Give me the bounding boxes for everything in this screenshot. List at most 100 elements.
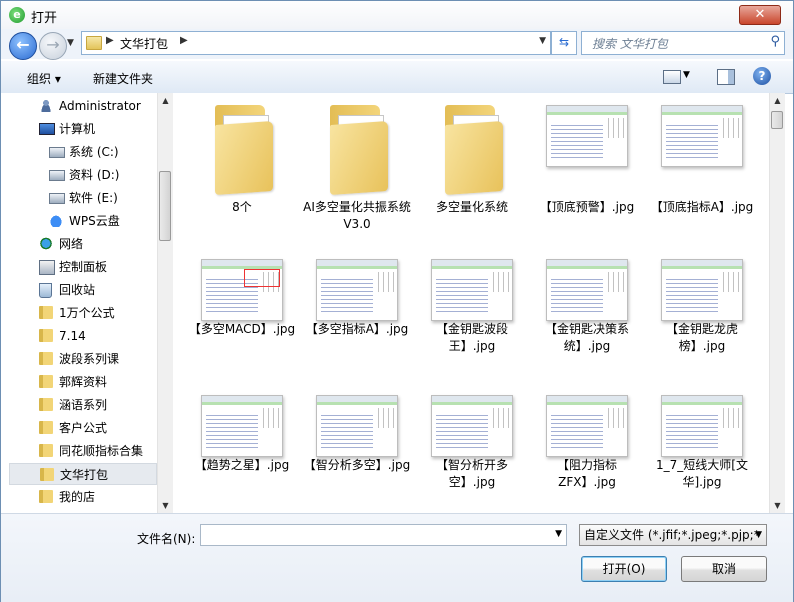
forward-button[interactable]: → (39, 32, 67, 60)
scroll-down-icon[interactable]: ▼ (770, 498, 785, 513)
file-item[interactable]: 【智分析多空】.jpg (302, 389, 412, 513)
search-icon[interactable]: ⚲ (770, 34, 780, 49)
breadcrumb-current[interactable]: 文华打包 (120, 35, 168, 52)
scroll-down-icon[interactable]: ▼ (158, 498, 173, 513)
sidebar-scrollbar[interactable]: ▲ ▼ (157, 93, 173, 513)
sidebar-item[interactable]: 资料 (D:) (9, 164, 157, 186)
image-thumbnail (316, 259, 398, 321)
file-name: 【趋势之星】.jpg (194, 458, 290, 472)
recycle-bin-icon (39, 283, 52, 298)
history-dropdown-icon[interactable]: ▼ (67, 38, 74, 48)
file-item[interactable]: 【智分析开多空】.jpg (417, 389, 527, 513)
organize-button[interactable]: 组织 ▾ (27, 70, 61, 87)
sidebar-item-label: 回收站 (59, 283, 96, 297)
help-icon[interactable]: ? (753, 67, 771, 85)
file-item[interactable]: 【多空MACD】.jpg (187, 253, 297, 383)
file-item[interactable]: 【金钥匙决策系统】.jpg (532, 253, 642, 383)
file-item[interactable]: 【顶底指标A】.jpg (647, 99, 757, 229)
chevron-right-icon[interactable]: ▶ (180, 35, 188, 46)
folder-icon (86, 36, 102, 50)
sidebar-item[interactable]: 文华打包 (9, 463, 157, 485)
file-type-value: 自定义文件 (*.jfif;*.jpeg;*.pjp;* (584, 528, 760, 542)
sidebar-item-label: WPS云盘 (69, 214, 120, 228)
control-panel-icon (39, 260, 55, 275)
cloud-icon (49, 214, 63, 227)
search-input[interactable]: 搜索 文华打包 ⚲ (581, 31, 785, 55)
back-button[interactable]: ← (9, 32, 37, 60)
sidebar-item-label: 7.14 (59, 329, 86, 343)
command-bar: 组织 ▾ 新建文件夹 ▼ ? (1, 61, 793, 94)
filename-label: 文件名(N): (137, 532, 196, 546)
filename-dropdown-icon[interactable]: ▼ (555, 529, 562, 539)
image-thumbnail (546, 105, 628, 167)
sidebar-item[interactable]: 回收站 (9, 279, 157, 301)
sidebar-item-label: 计算机 (59, 122, 96, 136)
open-button[interactable]: 打开(O) (581, 556, 667, 582)
title-bar: e 打开 ✕ (1, 1, 793, 29)
file-item[interactable]: 【顶底预警】.jpg (532, 99, 642, 229)
address-row: ← → ▼ ▶ 文华打包 ▶ ▼ ⇆ 搜索 文华打包 ⚲ (1, 29, 793, 60)
folder-icon (39, 490, 53, 503)
sidebar-item[interactable]: 系统 (C:) (9, 141, 157, 163)
sidebar-item[interactable]: 7.14 (9, 325, 157, 347)
sidebar-item[interactable]: Administrator (9, 95, 157, 117)
sidebar-item-label: 同花顺指标合集 (59, 444, 144, 458)
file-item[interactable]: 【趋势之星】.jpg (187, 389, 297, 513)
sidebar-item[interactable]: 客户公式 (9, 417, 157, 439)
scroll-up-icon[interactable]: ▲ (770, 93, 785, 108)
folder-item[interactable]: 多空量化系统 (417, 99, 527, 229)
scroll-up-icon[interactable]: ▲ (158, 93, 173, 108)
view-dropdown-icon[interactable]: ▼ (683, 70, 690, 80)
preview-pane-icon[interactable] (717, 69, 735, 85)
file-name: 【金钥匙决策系统】.jpg (544, 322, 629, 353)
sidebar-item[interactable]: 控制面板 (9, 256, 157, 278)
folder-icon (439, 105, 505, 196)
image-thumbnail (546, 395, 628, 457)
sidebar-item[interactable]: 软件 (E:) (9, 187, 157, 209)
sidebar-item-label: 网络 (59, 237, 84, 251)
sidebar-item[interactable]: 我的店 (9, 486, 157, 508)
folder-item[interactable]: 8个 (187, 99, 297, 229)
chevron-right-icon[interactable]: ▶ (106, 35, 114, 46)
folder-item[interactable]: AI多空量化共振系统V3.0 (302, 99, 412, 231)
file-item[interactable]: 【多空指标A】.jpg (302, 253, 412, 383)
open-file-dialog: e 打开 ✕ ← → ▼ ▶ 文华打包 ▶ ▼ ⇆ 搜索 文华打包 ⚲ 组织 ▾… (0, 0, 794, 602)
sidebar-item[interactable]: 波段系列课 (9, 348, 157, 370)
scroll-thumb[interactable] (771, 111, 783, 129)
file-item[interactable]: 【金钥匙龙虎榜】.jpg (647, 253, 757, 383)
view-mode-icon[interactable] (663, 70, 681, 84)
sidebar-item-label: 控制面板 (59, 260, 108, 274)
file-name: 【顶底预警】.jpg (539, 200, 635, 214)
sidebar-item-label: 我的店 (59, 490, 96, 504)
file-name: 【顶底指标A】.jpg (650, 200, 754, 214)
cancel-button[interactable]: 取消 (681, 556, 767, 582)
sidebar-item[interactable]: 1万个公式 (9, 302, 157, 324)
filename-input[interactable]: ▼ (200, 524, 567, 546)
sidebar-item[interactable]: WPS云盘 (9, 210, 157, 232)
file-type-dropdown-icon[interactable]: ▼ (755, 525, 762, 545)
file-name: 【金钥匙波段王】.jpg (435, 322, 508, 353)
scroll-thumb[interactable] (159, 171, 171, 241)
image-thumbnail (201, 395, 283, 457)
file-name: 【金钥匙龙虎榜】.jpg (665, 322, 738, 353)
sidebar-item[interactable]: 郭辉资料 (9, 371, 157, 393)
file-name: 8个 (232, 200, 252, 214)
sidebar-item[interactable]: 网络 (9, 233, 157, 255)
sidebar-item[interactable]: 同花顺指标合集 (9, 440, 157, 462)
address-dropdown-icon[interactable]: ▼ (539, 36, 546, 46)
file-list-scrollbar[interactable]: ▲ ▼ (769, 93, 785, 513)
sidebar-item[interactable]: 涵语系列 (9, 394, 157, 416)
new-folder-button[interactable]: 新建文件夹 (93, 70, 153, 87)
sidebar-item[interactable]: 计算机 (9, 118, 157, 140)
close-button[interactable]: ✕ (739, 5, 781, 25)
file-type-select[interactable]: 自定义文件 (*.jfif;*.jpeg;*.pjp;* ▼ (579, 524, 767, 546)
drive-icon (49, 193, 65, 204)
sidebar-item-label: 文华打包 (60, 468, 109, 482)
address-bar[interactable]: ▶ 文华打包 ▶ ▼ (81, 31, 551, 55)
refresh-button[interactable]: ⇆ (551, 31, 577, 55)
dialog-footer: 文件名(N): ▼ 自定义文件 (*.jfif;*.jpeg;*.pjp;* ▼… (1, 513, 793, 602)
file-item[interactable]: 1_7_短线大师[文华].jpg (647, 389, 757, 513)
file-item[interactable]: 【阻力指标ZFX】.jpg (532, 389, 642, 513)
file-item[interactable]: 【金钥匙波段王】.jpg (417, 253, 527, 383)
file-name: 【阻力指标ZFX】.jpg (556, 458, 617, 489)
